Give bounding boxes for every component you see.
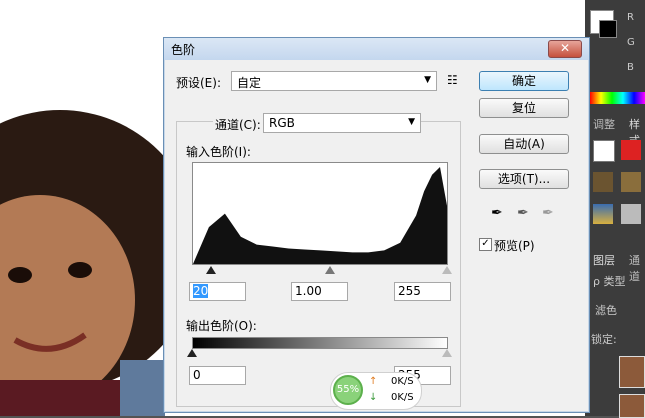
channel-r-label: R [627, 12, 634, 23]
input-black-value: 20 [193, 284, 209, 298]
channel-select[interactable]: RGB ▼ [263, 113, 421, 133]
layer-thumbnail[interactable] [619, 356, 645, 388]
input-gamma-slider[interactable] [325, 266, 335, 274]
upload-speed: 0K/S [391, 376, 414, 387]
network-speed-widget: 55% ↑ 0K/S ↓ 0K/S [330, 372, 422, 410]
tab-layers[interactable]: 图层 [593, 252, 615, 268]
reset-button[interactable]: 复位 [479, 98, 569, 118]
layer-thumbnail-2[interactable] [619, 394, 645, 418]
preview-label: 预览(P) [494, 239, 535, 253]
style-red-icon[interactable] [621, 140, 641, 160]
preset-label: 预设(E): [176, 76, 221, 90]
output-black-slider[interactable] [187, 349, 197, 357]
chevron-down-icon: ▼ [408, 117, 415, 127]
background-color-swatch[interactable] [599, 20, 617, 38]
white-eyedropper-icon[interactable]: ✒ [542, 205, 554, 221]
upload-arrow-icon: ↑ [369, 376, 378, 387]
auto-button[interactable]: 自动(A) [479, 134, 569, 154]
color-spectrum-bar[interactable] [590, 92, 645, 104]
gray-eyedropper-icon[interactable]: ✒ [517, 205, 529, 221]
input-white-field[interactable]: 255 [394, 282, 451, 301]
channel-value: RGB [269, 116, 295, 130]
histogram [192, 162, 448, 265]
dialog-title: 色阶 [171, 43, 196, 57]
options-button[interactable]: 选项(T)... [479, 169, 569, 189]
tab-adjustments[interactable]: 调整 [593, 116, 615, 132]
input-black-slider[interactable] [206, 266, 216, 274]
lock-label: 锁定: [591, 333, 617, 346]
dialog-titlebar[interactable]: 色阶 ✕ [164, 38, 589, 60]
output-levels-label: 输出色阶(O): [186, 319, 257, 333]
preset-select[interactable]: 自定 ▼ [231, 71, 437, 91]
input-black-field[interactable]: 20 [189, 282, 246, 301]
network-percent-badge: 55% [333, 375, 363, 405]
ok-button[interactable]: 确定 [479, 71, 569, 91]
style-brown-icon[interactable] [593, 172, 613, 192]
layer-kind-filter[interactable]: ρ 类型 [593, 273, 625, 289]
channel-g-label: G [627, 37, 635, 48]
style-sky-icon[interactable] [593, 204, 613, 224]
input-levels-label: 输入色阶(I): [186, 145, 251, 159]
download-speed: 0K/S [391, 392, 414, 403]
black-eyedropper-icon[interactable]: ✒ [491, 205, 503, 221]
style-gold-icon[interactable] [621, 172, 641, 192]
tab-channels[interactable]: 通道 [629, 252, 645, 284]
photoshop-right-panel: R G B 调整 样式 图层 通道 ρ 类型 滤色 锁定: [585, 0, 645, 418]
preset-menu-icon[interactable]: ☷ [447, 73, 458, 87]
channel-label: 通道(C): [213, 116, 263, 133]
input-white-slider[interactable] [442, 266, 452, 274]
style-none-icon[interactable] [593, 140, 615, 162]
input-gamma-field[interactable]: 1.00 [291, 282, 348, 301]
output-gradient-bar [192, 337, 448, 349]
chevron-down-icon: ▼ [424, 75, 431, 85]
output-white-slider[interactable] [442, 349, 452, 357]
output-black-field[interactable]: 0 [189, 366, 246, 385]
blend-mode-select[interactable]: 滤色 [595, 302, 617, 318]
close-button[interactable]: ✕ [548, 40, 582, 58]
channel-b-label: B [627, 62, 634, 73]
preset-value: 自定 [237, 76, 262, 90]
style-pattern-icon[interactable] [621, 204, 641, 224]
histogram-chart [193, 167, 447, 264]
histogram-area [193, 167, 447, 264]
preview-checkbox[interactable]: ✓ [479, 238, 492, 251]
download-arrow-icon: ↓ [369, 392, 378, 403]
